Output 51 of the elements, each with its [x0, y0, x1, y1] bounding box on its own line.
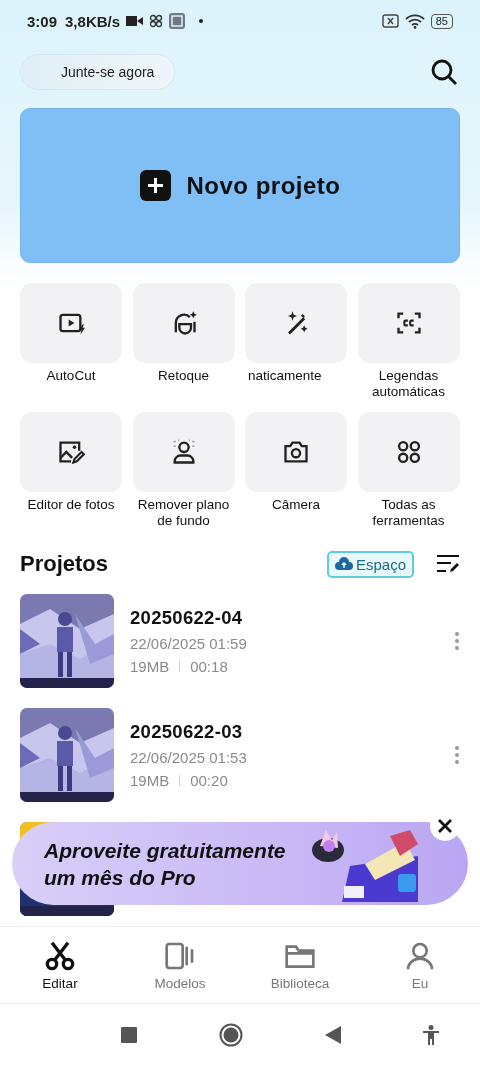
scissors-icon: [44, 939, 76, 972]
tool-button[interactable]: [357, 412, 460, 492]
promo-text: Aproveite gratuitamente um mês do Pro: [44, 837, 286, 891]
nav-tab[interactable]: Modelos: [120, 927, 240, 1003]
wifi-icon: [404, 13, 425, 29]
nav-tab[interactable]: Biblioteca: [240, 927, 360, 1003]
video-camera-icon: [126, 15, 144, 27]
nav-tab[interactable]: Editar: [0, 927, 120, 1003]
tool-label: AutoCut: [46, 368, 96, 385]
project-duration: 00:20: [190, 772, 228, 789]
flower-icon: [149, 14, 164, 28]
project-date: 22/06/2025 01:53: [130, 749, 248, 766]
project-duration: 00:18: [190, 658, 228, 675]
cloud-icon: [334, 557, 353, 571]
tool-button[interactable]: [245, 412, 347, 492]
tool-label: Retoque: [157, 368, 209, 385]
project-size: 19MB: [130, 772, 170, 789]
new-project-button[interactable]: Novo projeto: [20, 108, 460, 263]
list-edit-icon[interactable]: [436, 554, 460, 574]
clock: 3:09: [27, 12, 58, 30]
dot-icon: [199, 19, 204, 23]
project-name[interactable]: 20250622-04: [130, 607, 454, 629]
section-title: Projetos: [20, 551, 110, 577]
accessibility-icon[interactable]: [423, 1025, 439, 1045]
search-icon[interactable]: [430, 58, 458, 86]
sim-off-icon: [381, 14, 399, 28]
project-size: 19MB: [130, 658, 170, 675]
tool-button[interactable]: [132, 412, 235, 492]
gallery-icon: [169, 13, 186, 29]
close-icon: [438, 819, 452, 833]
tool-button[interactable]: [20, 283, 122, 363]
battery-level: 85: [430, 13, 453, 29]
network-speed: 3,8KB/s: [65, 12, 121, 30]
tool-label: Legendas automáticas: [371, 368, 446, 400]
more-icon[interactable]: [454, 631, 460, 651]
tool-label: naticamente: [248, 368, 322, 385]
tool-button[interactable]: [132, 283, 235, 363]
project-date: 22/06/2025 01:59: [130, 635, 248, 652]
tool-label: Remover plano de fundo: [136, 497, 231, 529]
tool-label: Câmera: [272, 497, 320, 514]
home-icon[interactable]: [219, 1023, 243, 1047]
project-name[interactable]: 20250622-03: [130, 721, 454, 743]
more-icon[interactable]: [454, 745, 460, 765]
tool-label: Todas as ferramentas: [371, 497, 446, 529]
tool-label: Editor de fotos: [27, 497, 115, 514]
plus-icon: [139, 170, 171, 201]
tool-button[interactable]: [20, 412, 122, 492]
join-button[interactable]: Junte-se agora: [20, 54, 176, 90]
back-icon[interactable]: [325, 1026, 341, 1044]
nav-tab[interactable]: Eu: [360, 927, 480, 1003]
space-button[interactable]: Espaço: [326, 550, 414, 578]
